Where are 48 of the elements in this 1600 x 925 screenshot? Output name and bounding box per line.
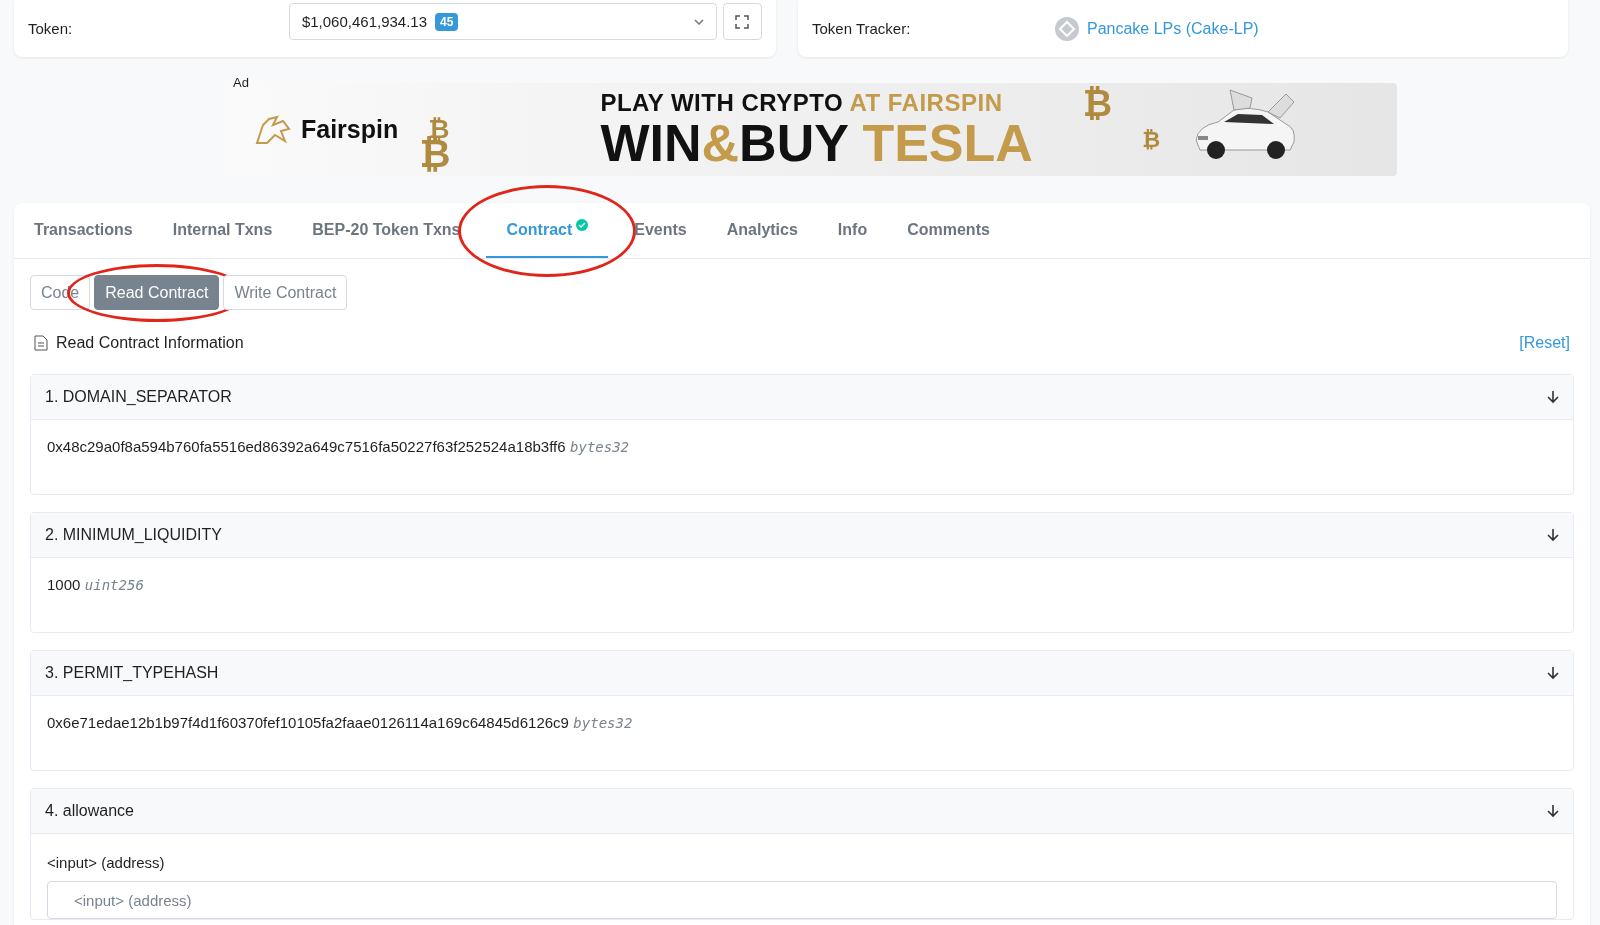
coin-symbol: ₿ (1082, 83, 1113, 124)
sub-tab-button[interactable]: Read Contract (94, 275, 220, 310)
token-value: $1,060,461,934.13 (301, 13, 428, 30)
tab[interactable]: Internal Txns (152, 203, 293, 258)
section-title: Read Contract Information (56, 334, 244, 352)
token-select[interactable]: $1,060,461,934.13 45 (288, 3, 717, 40)
tab[interactable]: Analytics (706, 203, 818, 258)
ad-headline: PLAY WITH CRYPTO AT FAIRSPIN (600, 90, 1004, 115)
arrow-down-icon (1547, 666, 1559, 680)
token-tracker-label: Token Tracker: (812, 20, 912, 37)
tab[interactable]: Comments (887, 203, 1010, 258)
tab[interactable]: Info (817, 203, 888, 258)
input-label: <input> (address) (47, 854, 166, 871)
sub-tab-button[interactable]: Write Contract (223, 275, 348, 310)
document-icon (34, 335, 48, 351)
token-count-badge: 45 (435, 12, 459, 31)
function-header[interactable]: 3. PERMIT_TYPEHASH (31, 651, 1573, 696)
tab[interactable]: Events (614, 203, 707, 258)
expand-button[interactable] (722, 3, 762, 40)
ad-headline: WIN&BUY TESLA (600, 116, 1033, 169)
function-title: 1. DOMAIN_SEPARATOR (45, 388, 232, 406)
function-title: 2. MINIMUM_LIQUIDITY (45, 526, 222, 544)
reset-link[interactable]: [Reset] (1519, 334, 1570, 352)
function-result: 1000 (47, 576, 81, 593)
function-header[interactable]: 1. DOMAIN_SEPARATOR (31, 375, 1573, 420)
token-tracker-link[interactable]: Pancake LPs (Cake-LP) (1087, 19, 1259, 38)
chevron-down-icon (693, 18, 704, 25)
coin-symbol: ₿ (1142, 126, 1161, 152)
tab[interactable]: BEP-20 Token Txns (292, 203, 481, 258)
expand-icon (735, 14, 750, 29)
arrow-down-icon (1547, 390, 1559, 404)
function-header[interactable]: 2. MINIMUM_LIQUIDITY (31, 513, 1573, 558)
result-type: bytes32 (570, 439, 630, 455)
result-type: bytes32 (573, 715, 633, 731)
arrow-down-icon (1547, 528, 1559, 542)
result-type: uint256 (84, 577, 144, 593)
function-header[interactable]: 4. allowance (31, 789, 1573, 834)
arrow-down-icon (1547, 804, 1559, 818)
token-label: Token: (28, 20, 74, 37)
function-title: 4. allowance (45, 802, 134, 820)
function-result: 0x6e71edae12b1b97f4d1f60370fef10105fa2faae0126114a169c64845d6126c9 (47, 714, 569, 731)
function-result: 0x48c29a0f8a594b760fa5516ed86392a649c7516fa50227f63f252524a18b3ff6 (47, 438, 566, 455)
function-title: 3. PERMIT_TYPEHASH (45, 664, 219, 682)
tab[interactable]: Contract (486, 203, 609, 258)
tab[interactable]: Transactions (14, 203, 153, 258)
brand-name: Fairspin (301, 115, 399, 144)
token-logo-icon (1055, 16, 1079, 41)
address-input-field[interactable]: <input> (address) (47, 881, 1557, 919)
